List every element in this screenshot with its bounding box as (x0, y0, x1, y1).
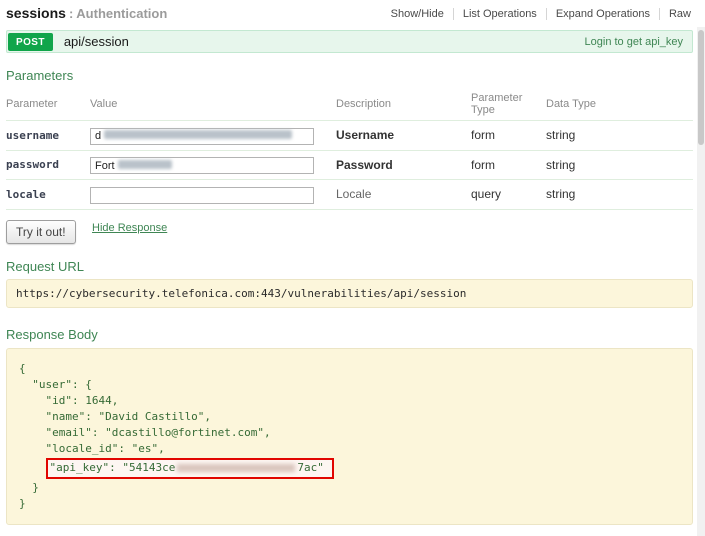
col-value: Value (90, 98, 336, 110)
endpoint-post-api-session[interactable]: POST api/session Login to get api_key (6, 30, 693, 53)
resource-title: sessions:Authentication (6, 5, 167, 23)
param-name-password: password (6, 158, 90, 171)
param-type-locale: query (471, 187, 546, 201)
api-key-redaction-overlay (177, 464, 295, 472)
resource-description: Authentication (76, 6, 167, 21)
api-key-indent (19, 461, 46, 474)
param-desc-password: Password (336, 158, 471, 172)
try-it-out-button[interactable]: Try it out! (6, 220, 76, 244)
password-redaction-overlay (118, 160, 172, 169)
response-body-title: Response Body (6, 327, 693, 342)
param-row-password: password Password form string (6, 151, 693, 181)
param-name-username: username (6, 129, 90, 142)
json-line: } (19, 496, 680, 512)
endpoint-summary-link[interactable]: Login to get api_key (585, 36, 683, 48)
json-line: { (19, 361, 680, 377)
sandbox-actions: Try it out! Hide Response (6, 220, 693, 244)
resource-header: sessions:Authentication Show/Hide List O… (0, 0, 705, 25)
raw-link[interactable]: Raw (659, 8, 691, 20)
col-data-type: Data Type (546, 98, 693, 110)
hide-response-link[interactable]: Hide Response (92, 222, 167, 234)
param-row-username: username Username form string (6, 121, 693, 151)
json-line: "user": { (19, 377, 680, 393)
col-parameter-type: Parameter Type (471, 92, 546, 116)
endpoint-path[interactable]: api/session (64, 34, 129, 49)
scrollbar-track[interactable] (697, 27, 705, 536)
json-line: "id": 1644, (19, 393, 680, 409)
resource-name-link[interactable]: sessions (6, 5, 66, 21)
request-url-value: https://cybersecurity.telefonica.com:443… (6, 279, 693, 308)
expand-operations-link[interactable]: Expand Operations (546, 8, 650, 20)
post-method-badge: POST (8, 33, 53, 51)
data-type-locale: string (546, 187, 693, 201)
param-desc-locale: Locale (336, 187, 471, 201)
username-redaction-overlay (104, 130, 292, 139)
operation-content: Parameters Parameter Value Description P… (6, 68, 693, 536)
resource-action-links: Show/Hide List Operations Expand Operati… (391, 8, 691, 20)
param-row-locale: locale Locale query string (6, 180, 693, 210)
list-operations-link[interactable]: List Operations (453, 8, 537, 20)
param-type-password: form (471, 158, 546, 172)
show-hide-link[interactable]: Show/Hide (391, 8, 444, 20)
json-line: "email": "dcastillo@fortinet.com", (19, 425, 680, 441)
scrollbar-thumb[interactable] (698, 30, 704, 145)
api-key-line: "api_key": "54143ce 7ac" (19, 457, 680, 480)
data-type-password: string (546, 158, 693, 172)
param-name-locale: locale (6, 188, 90, 201)
json-line: "name": "David Castillo", (19, 409, 680, 425)
parameters-table: Parameter Value Description Parameter Ty… (6, 86, 693, 210)
data-type-username: string (546, 128, 693, 142)
col-description: Description (336, 98, 471, 110)
request-url-title: Request URL (6, 259, 693, 274)
param-type-username: form (471, 128, 546, 142)
locale-input[interactable] (90, 187, 314, 204)
json-line: } (19, 480, 680, 496)
resource-separator: : (69, 6, 73, 21)
api-key-highlight-annotation: "api_key": "54143ce 7ac" (46, 458, 334, 479)
api-key-prefix: "api_key": "54143ce (50, 461, 176, 474)
col-parameter: Parameter (6, 98, 90, 110)
parameters-header-row: Parameter Value Description Parameter Ty… (6, 86, 693, 121)
json-line: "locale_id": "es", (19, 441, 680, 457)
param-desc-username: Username (336, 128, 471, 142)
response-body: { "user": { "id": 1644, "name": "David C… (6, 348, 693, 525)
parameters-section-title: Parameters (6, 68, 693, 83)
api-key-suffix: 7ac" (297, 461, 324, 474)
